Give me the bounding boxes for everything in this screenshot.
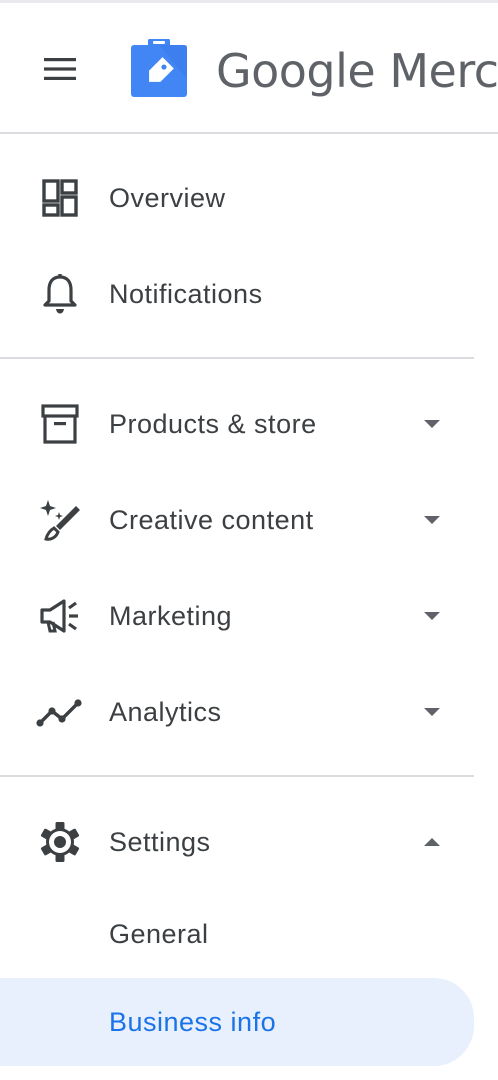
nav-label-overview: Overview	[109, 183, 226, 213]
chevron-down-icon[interactable]	[421, 610, 443, 622]
nav-item-products-store[interactable]: Products & store	[0, 388, 474, 460]
nav-label-notifications: Notifications	[109, 279, 263, 309]
magic-wand-icon	[36, 498, 84, 542]
chevron-down-icon[interactable]	[421, 418, 443, 430]
nav-subitem-general[interactable]: General	[0, 898, 474, 970]
chevron-down-icon[interactable]	[421, 514, 443, 526]
nav-divider	[0, 357, 474, 359]
dashboard-icon	[36, 176, 84, 220]
nav-label-business-info: Business info	[109, 1007, 277, 1037]
nav-label-marketing: Marketing	[109, 601, 233, 631]
nav-label-settings: Settings	[109, 827, 211, 857]
nav-item-notifications[interactable]: Notifications	[0, 258, 474, 330]
gear-icon	[36, 820, 84, 864]
hamburger-menu-icon[interactable]	[36, 51, 84, 87]
nav-item-creative-content[interactable]: Creative content	[0, 484, 474, 556]
chevron-up-icon[interactable]	[421, 836, 443, 848]
nav-divider	[0, 775, 474, 777]
nav-label-creative-content: Creative content	[109, 505, 314, 535]
nav-subitem-business-info[interactable]: Business info	[0, 978, 474, 1066]
megaphone-icon	[36, 594, 84, 638]
bell-icon	[36, 272, 84, 316]
nav-label-general: General	[109, 919, 209, 949]
app-title: Google Merchant Center	[216, 44, 498, 98]
nav-label-products-store: Products & store	[109, 409, 317, 439]
nav-label-analytics: Analytics	[109, 697, 222, 727]
nav-item-marketing[interactable]: Marketing	[0, 580, 474, 652]
chevron-down-icon[interactable]	[421, 706, 443, 718]
nav-item-analytics[interactable]: Analytics	[0, 676, 474, 748]
nav-item-settings[interactable]: Settings	[0, 806, 474, 878]
merchant-tag-logo-icon[interactable]	[128, 39, 190, 99]
trending-line-icon	[36, 690, 84, 734]
nav-item-overview[interactable]: Overview	[0, 162, 474, 234]
app-header: Google Merchant Center	[0, 3, 498, 134]
archive-box-icon	[36, 402, 84, 446]
